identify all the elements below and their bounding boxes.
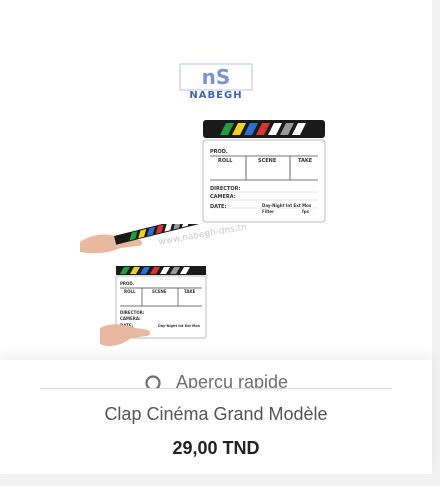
roll-label: ROLL — [218, 158, 233, 164]
clapperboard-hands: PROD. ROLL SCENE TAKE DIRECTOR: CAMERA: … — [80, 224, 210, 346]
search-icon — [145, 375, 161, 388]
product-price: 29,00 TND — [172, 438, 260, 458]
brand-logo-mark: nS — [179, 63, 253, 91]
brand-logo-text: NABEGH — [189, 90, 243, 101]
prod-label-small: PROD. — [120, 281, 135, 286]
director-label: DIRECTOR: — [210, 186, 240, 192]
take-label: TAKE — [298, 158, 313, 164]
daynight-label-small: Day-Night Int Ext Mos — [158, 324, 200, 328]
scene-label: SCENE — [258, 158, 277, 164]
product-card[interactable]: nS NABEGH PROD. ROLL SCENE TAKE DIRECTOR… — [0, 0, 432, 474]
camera-label: CAMERA: — [210, 194, 236, 200]
prod-label: PROD. — [210, 149, 228, 155]
fps-label: fps — [302, 209, 310, 214]
logo-mark-text: nS — [202, 65, 231, 89]
quick-view-button[interactable]: Aperçu rapide — [40, 370, 392, 389]
date-label: DATE: — [210, 204, 226, 210]
brand-logo: nS NABEGH — [176, 62, 256, 102]
product-image[interactable]: nS NABEGH PROD. ROLL SCENE TAKE DIRECTOR… — [80, 56, 352, 356]
director-label-small: DIRECTOR: — [120, 310, 145, 315]
filter-label: Filter — [262, 209, 274, 214]
clapperboard-large: PROD. ROLL SCENE TAKE DIRECTOR: CAMERA: … — [202, 120, 326, 223]
roll-label-small: ROLL — [124, 289, 136, 294]
take-label-small: TAKE — [184, 289, 196, 294]
quick-view-label: Aperçu rapide — [175, 372, 289, 389]
camera-label-small: CAMERA: — [120, 316, 141, 321]
product-title[interactable]: Clap Cinéma Grand Modèle — [0, 404, 432, 425]
scene-label-small: SCENE — [152, 289, 167, 294]
daynight-label: Day-Night Int Ext Mos — [262, 203, 312, 208]
